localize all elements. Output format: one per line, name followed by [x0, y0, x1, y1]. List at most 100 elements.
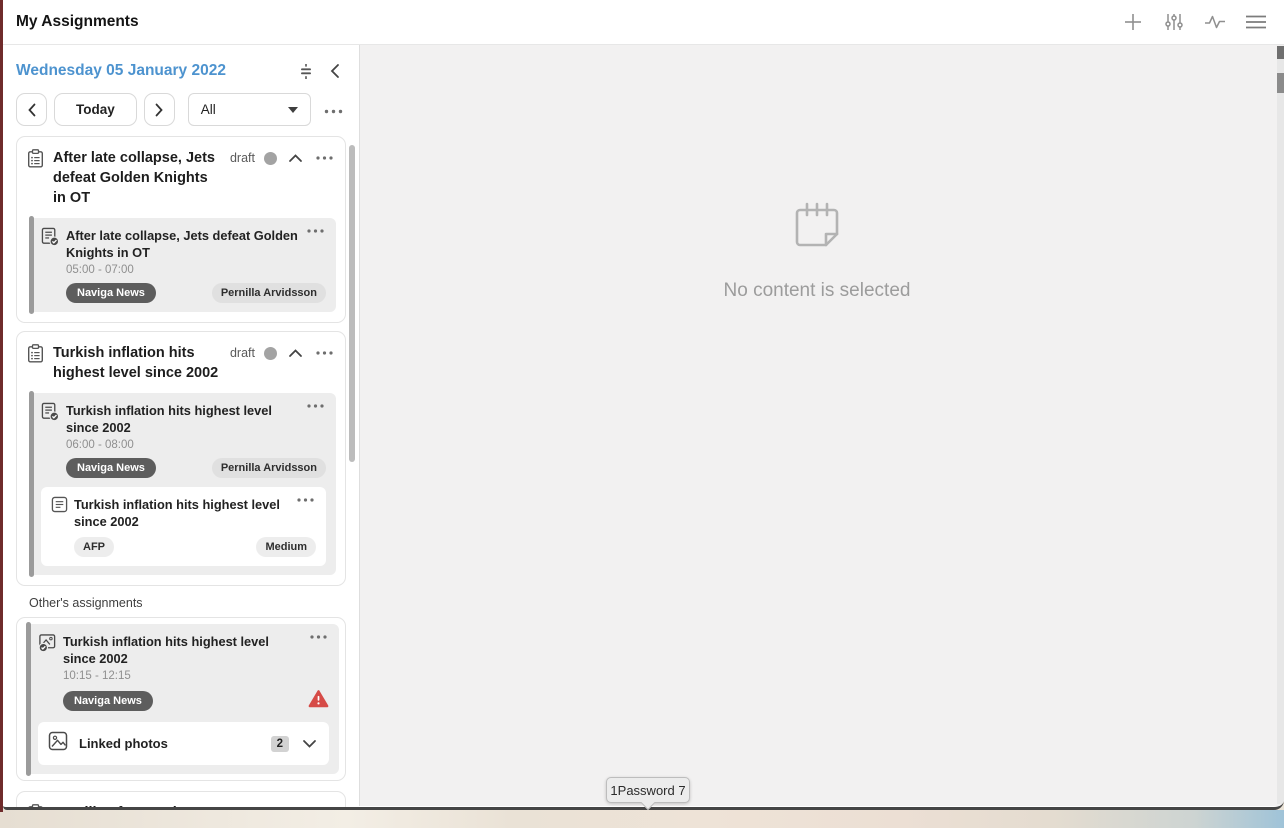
- today-button[interactable]: Today: [54, 93, 137, 126]
- header-icons: [1121, 10, 1268, 34]
- page-scrollbar-thumb[interactable]: [1277, 46, 1284, 59]
- chevron-up-icon[interactable]: [286, 346, 305, 360]
- background-window-edge: [0, 0, 3, 812]
- sidebar-scrollbar-thumb[interactable]: [349, 145, 355, 462]
- planning-title: Turkish inflation hits highest level sin…: [53, 345, 219, 381]
- chevron-down-icon[interactable]: [300, 737, 319, 751]
- channel-tag[interactable]: Naviga News: [66, 458, 156, 478]
- collapse-rows-icon[interactable]: [298, 63, 314, 80]
- planning-header-actions: draft: [230, 343, 335, 360]
- collapse-sidebar-chevron-left-icon[interactable]: [329, 63, 341, 79]
- clipboard-list-icon: [27, 148, 44, 173]
- article-icon: [51, 496, 68, 518]
- linked-article-card[interactable]: Turkish inflation hits highest level sin…: [41, 487, 326, 566]
- priority-tag[interactable]: Medium: [256, 537, 316, 557]
- previous-day-button[interactable]: [16, 93, 47, 126]
- planning-card[interactable]: Turkish inflation hits highest level sin…: [16, 331, 346, 586]
- more-dots-icon[interactable]: [314, 154, 335, 162]
- status-dot: [264, 151, 277, 165]
- page-title: My Assignments: [16, 13, 139, 30]
- linked-photos-row: Linked photos 2: [48, 731, 319, 756]
- linked-photos-count-badge: 2: [270, 735, 289, 752]
- photo-assignment-check-icon: [38, 633, 57, 658]
- desktop-background: [0, 810, 1284, 828]
- text-assignment-check-icon: [41, 402, 60, 427]
- assignment-header: After late collapse, Jets defeat Golden …: [41, 227, 326, 261]
- assignment-card[interactable]: Turkish inflation hits highest level sin…: [26, 622, 339, 776]
- assignee-tag[interactable]: Pernilla Arvidsson: [211, 283, 326, 303]
- chevron-down-icon: [287, 106, 298, 113]
- planning-card[interactable]: After late collapse, Jets defeat Golden …: [16, 136, 346, 323]
- more-dots-icon[interactable]: [314, 349, 335, 357]
- status-label: draft: [229, 346, 255, 360]
- assignment-card[interactable]: After late collapse, Jets defeat Golden …: [29, 216, 336, 314]
- sidebar-more-dots-icon[interactable]: [322, 95, 345, 125]
- channel-tag[interactable]: Naviga News: [66, 283, 156, 303]
- page-scrollbar-track[interactable]: [1277, 46, 1284, 804]
- chevron-up-icon[interactable]: [286, 151, 305, 165]
- assignment-time: 06:00 - 08:00: [66, 439, 134, 451]
- sliders-icon[interactable]: [1162, 10, 1186, 34]
- app-window: My Assignments Wednesday 05 January 2022…: [3, 0, 1284, 810]
- dock-tooltip-label: 1Password 7: [610, 782, 686, 798]
- assignment-body: 06:00 - 08:00 Naviga News Pernilla Arvid…: [66, 439, 326, 478]
- text-assignment-check-icon: [41, 227, 60, 252]
- more-dots-icon[interactable]: [305, 227, 326, 235]
- more-dots-icon[interactable]: [308, 633, 329, 641]
- sidebar-date-header: Wednesday 05 January 2022: [3, 45, 359, 80]
- chevron-up-icon[interactable]: [286, 806, 305, 807]
- assignment-card-list: After late collapse, Jets defeat Golden …: [3, 126, 359, 810]
- activity-icon[interactable]: [1203, 10, 1227, 34]
- notepad-icon: [788, 196, 846, 259]
- filter-dropdown[interactable]: All: [187, 93, 311, 126]
- empty-state-message: No content is selected: [723, 280, 911, 301]
- assignment-time: 05:00 - 07:00: [66, 264, 134, 276]
- image-icon: [48, 731, 68, 756]
- date-title[interactable]: Wednesday 05 January 2022: [16, 62, 298, 80]
- linked-photos-label: Linked photos: [79, 736, 168, 751]
- clipboard-list-icon: [27, 803, 44, 807]
- planning-card[interactable]: Headline from Writer template is suggest…: [16, 791, 346, 810]
- menu-icon[interactable]: [1244, 10, 1268, 34]
- main-panel: No content is selected: [360, 45, 1284, 806]
- channel-tag[interactable]: Naviga News: [63, 691, 153, 711]
- article-tags-row: AFP Medium: [74, 537, 316, 557]
- planning-card-header: Turkish inflation hits highest level sin…: [17, 332, 345, 387]
- content-area: Wednesday 05 January 2022 Today All Afte…: [3, 45, 1284, 807]
- assignment-card[interactable]: Turkish inflation hits highest level sin…: [29, 391, 336, 577]
- empty-state: No content is selected: [360, 196, 1274, 302]
- more-dots-icon[interactable]: [314, 809, 335, 810]
- planning-header-actions: draft: [230, 148, 335, 165]
- assignment-tags-row: Naviga News: [63, 689, 329, 713]
- more-dots-icon[interactable]: [305, 402, 326, 410]
- planning-header-actions: draft: [230, 803, 335, 810]
- status-label: draft: [230, 806, 255, 807]
- planning-title: After late collapse, Jets defeat Golden …: [53, 150, 215, 206]
- source-tag[interactable]: AFP: [74, 537, 114, 557]
- assignee-tag[interactable]: Pernilla Arvidsson: [211, 458, 326, 478]
- next-day-button[interactable]: [143, 93, 175, 126]
- assignment-tags-row: Naviga News Pernilla Arvidsson: [66, 283, 326, 303]
- article-title: Turkish inflation hits highest level sin…: [74, 497, 280, 529]
- app-header: My Assignments: [3, 0, 1284, 45]
- page-scrollbar-thumb-secondary[interactable]: [1277, 73, 1284, 93]
- planning-card-header: Headline from Writer template is suggest…: [17, 792, 345, 810]
- assignment-header: Turkish inflation hits highest level sin…: [41, 402, 326, 436]
- clipboard-list-icon: [27, 343, 44, 368]
- linked-photos-card[interactable]: Linked photos 2: [38, 722, 329, 765]
- assignment-body: 10:15 - 12:15 Naviga News: [63, 670, 329, 713]
- warning-triangle-icon[interactable]: [308, 689, 329, 713]
- plus-icon[interactable]: [1121, 10, 1145, 34]
- others-planning-card[interactable]: Turkish inflation hits highest level sin…: [16, 617, 346, 781]
- dock-tooltip: 1Password 7: [606, 777, 690, 803]
- assignment-title: After late collapse, Jets defeat Golden …: [66, 228, 298, 260]
- more-dots-icon[interactable]: [295, 496, 316, 504]
- others-section-label: Other's assignments: [29, 596, 143, 610]
- article-header: Turkish inflation hits highest level sin…: [51, 496, 316, 530]
- filter-dropdown-value: All: [200, 102, 216, 117]
- assignment-title: Turkish inflation hits highest level sin…: [66, 403, 272, 435]
- status-label: draft: [229, 151, 255, 165]
- assignment-header: Turkish inflation hits highest level sin…: [38, 633, 329, 667]
- assignment-title: Turkish inflation hits highest level sin…: [63, 634, 269, 666]
- sidebar-header-icons: [298, 63, 341, 80]
